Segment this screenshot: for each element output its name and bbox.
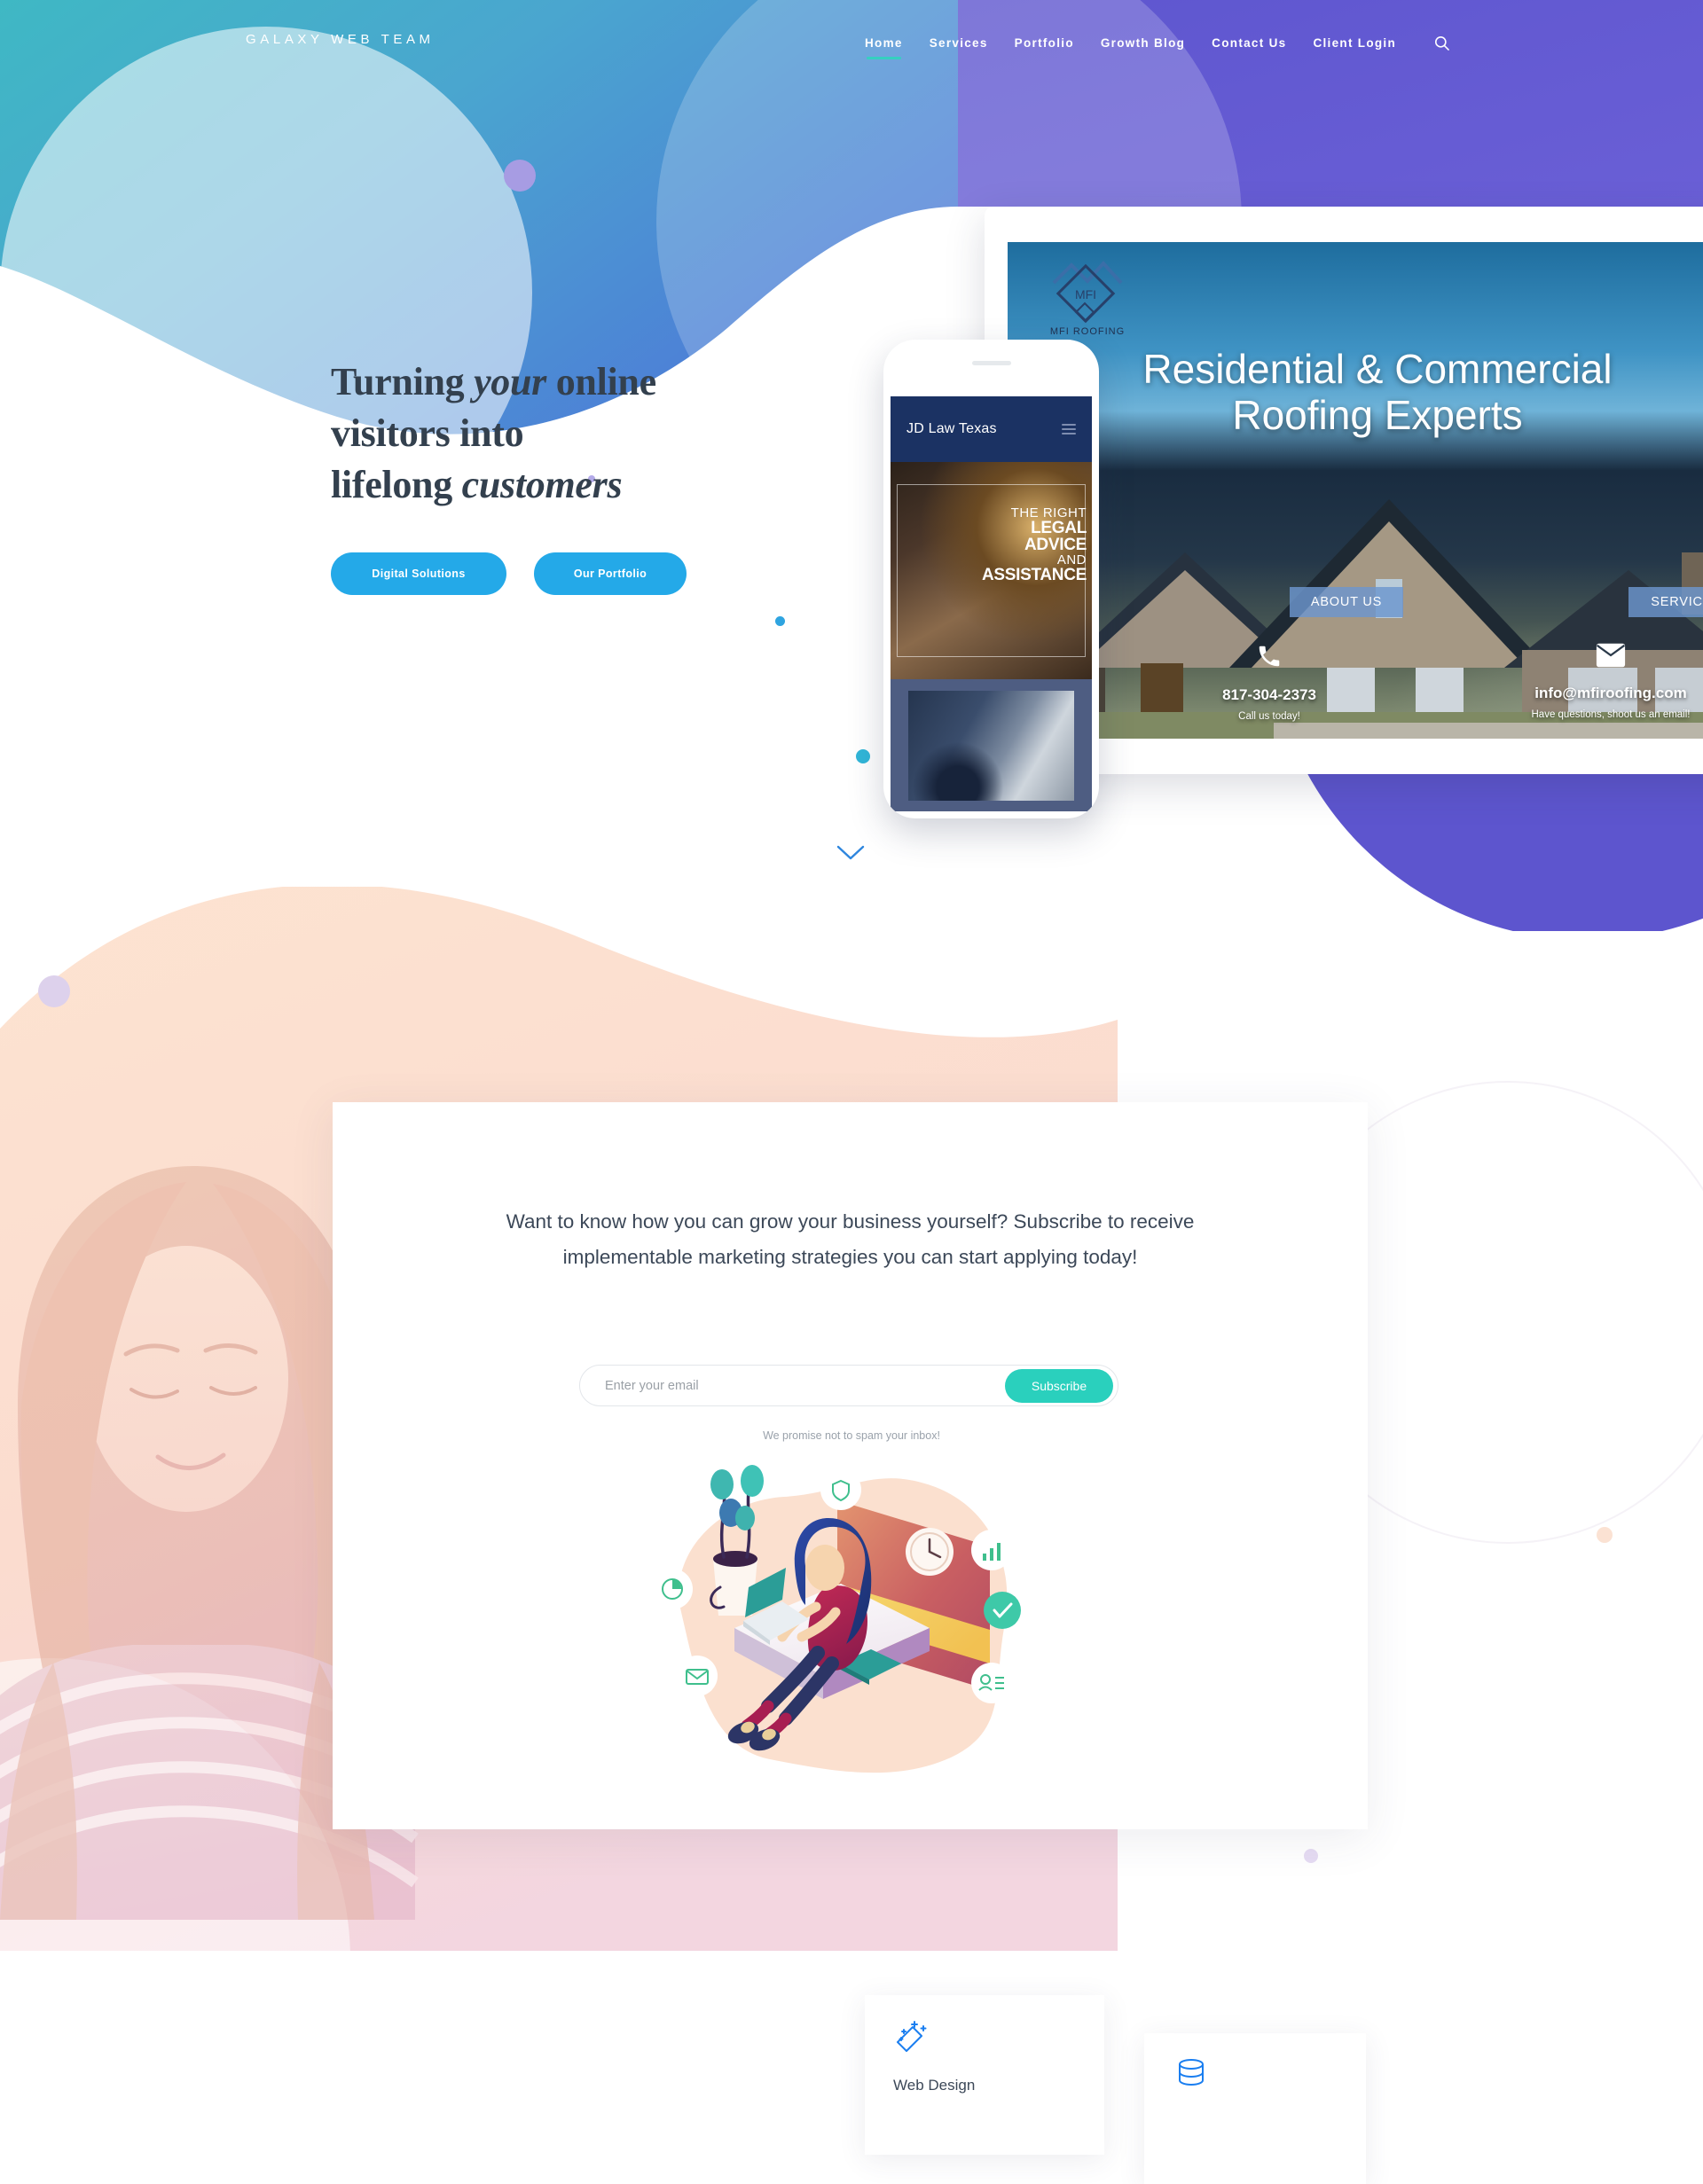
database-icon (1173, 2056, 1210, 2098)
svg-text:MFI: MFI (1075, 287, 1096, 301)
phone-hero-line-4: AND (1056, 552, 1087, 568)
roofing-headline: Residential & Commercial Roofing Experts (1008, 346, 1703, 438)
illustration-icon-check (984, 1592, 1021, 1629)
roofing-nav-chip-services[interactable]: SERVICES (1628, 587, 1703, 617)
nav-item-portfolio[interactable]: Portfolio (1015, 36, 1074, 50)
brand-logo[interactable]: GALAXY WEB TEAM (246, 32, 435, 47)
hero-title-part-3: lifelong (331, 463, 462, 507)
roofing-headline-line-2: Roofing Experts (1232, 391, 1523, 438)
email-input[interactable] (580, 1378, 1005, 1393)
roofing-email-address: info@mfiroofing.com (1534, 685, 1687, 701)
hero-title-part-2: online (546, 360, 656, 403)
newsletter-copy: Want to know how you can grow your busin… (506, 1210, 1195, 1269)
hero-title-italic-2: customers (461, 463, 623, 507)
phone-mockup-section-image (908, 691, 1074, 801)
desktop-mockup-viewport: MFI MFI ROOFING Residential & Commercial… (1008, 242, 1703, 739)
roofing-headline-line-1: Residential & Commercial (1142, 346, 1613, 392)
illustration-icon-shield (820, 1469, 861, 1510)
phone-mockup-navbar: JD Law Texas (891, 396, 1092, 462)
roofing-hero-photo: MFI MFI ROOFING Residential & Commercial… (1008, 242, 1703, 739)
svg-text:MFI ROOFING: MFI ROOFING (1050, 326, 1125, 337)
decorative-dot-lilac-large (504, 160, 536, 192)
phone-icon (1259, 646, 1280, 667)
subscribe-button[interactable]: Subscribe (1005, 1368, 1113, 1403)
phone-mockup-hero: THE RIGHT LEGAL ADVICE AND ASSISTANCE (891, 462, 1092, 679)
phone-screen: JD Law Texas THE RIGHT LEGAL ADVICE AND … (891, 396, 1092, 811)
hero-cta-buttons: Digital Solutions Our Portfolio (331, 552, 687, 595)
phone-speaker (971, 361, 1011, 365)
roofing-phone-block[interactable]: 817-304-2373 Call us today! (1181, 643, 1358, 722)
hero-title-part-1: Turning (331, 360, 475, 403)
envelope-icon (1596, 643, 1626, 668)
page-title: Turning your online visitors into lifelo… (331, 356, 748, 511)
phone-website-mockup[interactable]: JD Law Texas THE RIGHT LEGAL ADVICE AND … (883, 340, 1099, 818)
newsletter-subscribe-form: Subscribe (579, 1365, 1118, 1406)
nav-links: Home Services Portfolio Growth Blog Cont… (865, 35, 1450, 59)
illustration-icon-bar-chart (971, 1530, 1012, 1570)
service-card-web-design[interactable]: Web Design (865, 1995, 1104, 2155)
nav-item-home[interactable]: Home (865, 36, 903, 59)
search-icon[interactable] (1433, 35, 1450, 51)
main-navigation: GALAXY WEB TEAM Home Services Portfolio … (0, 0, 1703, 89)
phone-mockup-brand: JD Law Texas (906, 421, 997, 436)
decorative-dot-blue (775, 616, 785, 626)
digital-solutions-button[interactable]: Digital Solutions (331, 552, 506, 595)
phone-hero-line-1: THE RIGHT (1010, 505, 1087, 521)
nav-item-services[interactable]: Services (930, 36, 988, 50)
roofing-phone-number: 817-304-2373 (1222, 686, 1316, 703)
phone-hero-line-2: LEGAL (1031, 519, 1087, 537)
roofing-nav-chip-about-us[interactable]: ABOUT US (1290, 587, 1403, 617)
illustration-icon-contact-card (971, 1663, 1012, 1703)
decorative-dot-cyan (856, 749, 870, 763)
roofing-email-caption: Have questions, shoot us an email! (1531, 709, 1691, 720)
hamburger-icon[interactable] (1062, 421, 1076, 437)
hero-title-italic-1: your (474, 360, 547, 403)
service-card-label: Web Design (893, 2077, 976, 2094)
decorative-dot-lilac-3 (38, 975, 70, 1007)
hero-title-line-2: visitors into (331, 411, 524, 456)
illustration-icon-pie-chart (652, 1569, 693, 1609)
illustration-icon-envelope (677, 1656, 718, 1696)
woman-with-laptop-illustration (652, 1465, 1021, 1773)
chevron-down-icon[interactable] (834, 841, 867, 864)
phone-mockup-section (891, 679, 1092, 811)
decorative-dot-peach-3 (1597, 1527, 1613, 1543)
mfi-roofing-logo: MFI MFI ROOFING (1050, 261, 1125, 337)
decorative-dot-lilac-4 (1304, 1849, 1318, 1863)
nav-item-growth-blog[interactable]: Growth Blog (1101, 36, 1185, 50)
service-card-database[interactable] (1144, 2033, 1366, 2184)
roofing-email-block[interactable]: info@mfiroofing.com Have questions, shoo… (1487, 643, 1703, 720)
magic-wand-icon (893, 2018, 930, 2060)
nav-item-client-login[interactable]: Client Login (1313, 36, 1396, 50)
roofing-phone-caption: Call us today! (1238, 711, 1300, 722)
our-portfolio-button[interactable]: Our Portfolio (534, 552, 687, 595)
phone-hero-line-5: ASSISTANCE (981, 566, 1087, 584)
phone-hero-line-3: ADVICE (1024, 536, 1087, 554)
nav-item-contact-us[interactable]: Contact Us (1212, 36, 1286, 50)
phone-mockup-hero-text: THE RIGHT LEGAL ADVICE AND ASSISTANCE (891, 506, 1087, 583)
newsletter-promise-text: We promise not to spam your inbox! (763, 1429, 940, 1442)
